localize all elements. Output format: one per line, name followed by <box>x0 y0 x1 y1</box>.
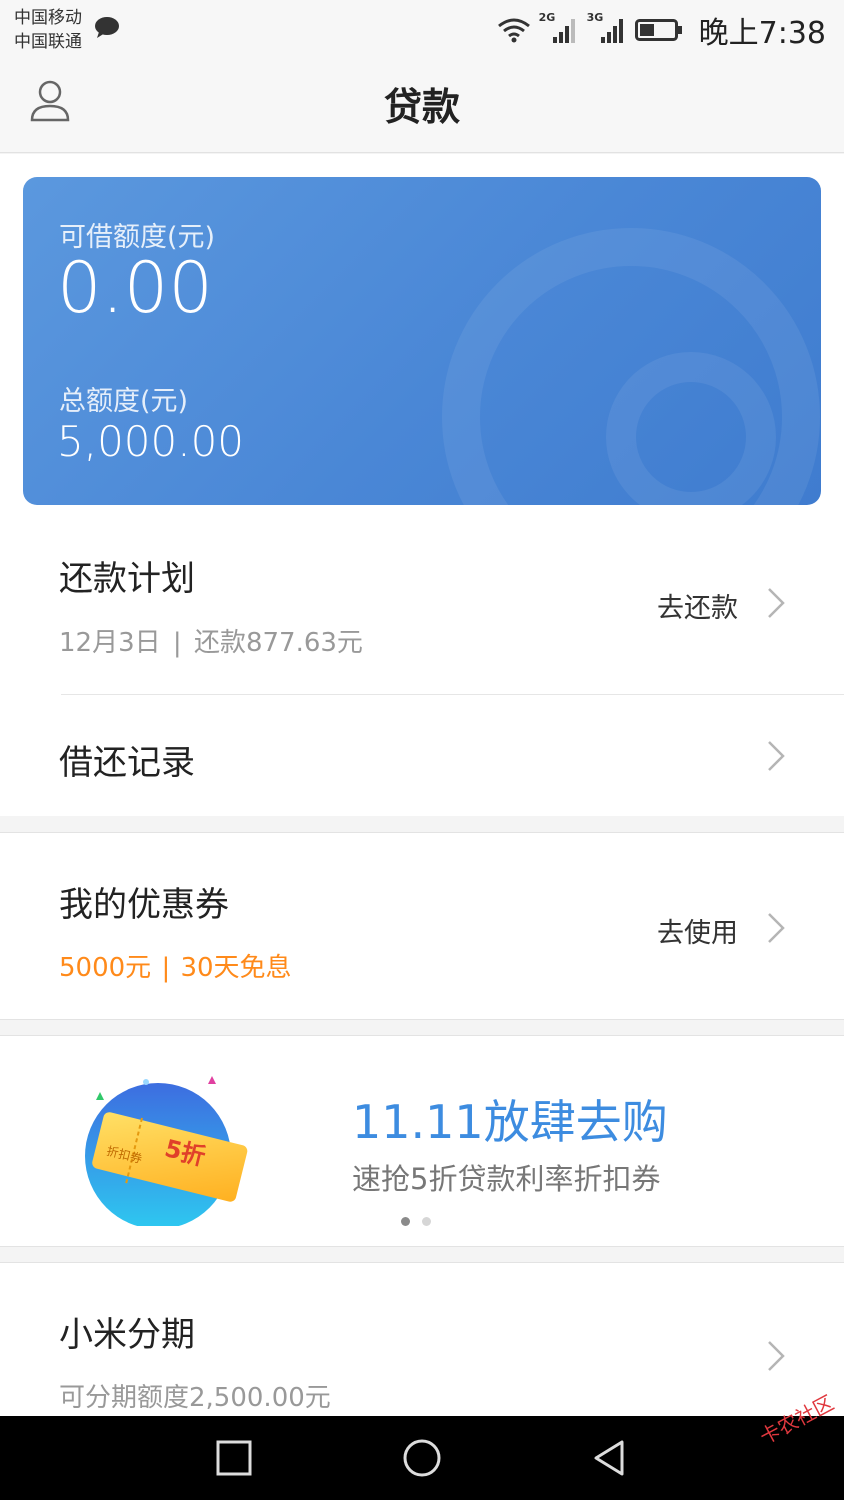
chevron-right-icon <box>768 1341 785 1371</box>
promo-subtitle: 速抢5折贷款利率折扣券 <box>352 1162 661 1196</box>
section-divider <box>0 1019 844 1020</box>
app-header: 贷款 <box>0 60 844 153</box>
my-coupons-title: 我的优惠券 <box>59 885 229 925</box>
coupon-detail: 5000元 | 30天免息 <box>59 947 292 984</box>
coupon-ticket-illustration: 折扣券 5折 <box>85 1076 248 1226</box>
clock: 晚上7:38 <box>698 16 826 51</box>
status-bar: 中国移动 中国联通 2G 3G 晚上7:38 <box>0 0 844 60</box>
loan-summary-section: 可借额度(元) 0.00 总额度(元) 5,000.00 还款计划 12月3日 … <box>0 154 844 816</box>
battery-icon <box>634 19 682 41</box>
card-watermark-icon <box>442 228 820 505</box>
status-icons: 2G 3G 晚上7:38 <box>497 10 826 51</box>
go-repay-button[interactable]: 去还款 <box>657 586 738 625</box>
repayment-plan-title: 还款计划 <box>59 559 195 599</box>
chevron-right-icon <box>768 588 785 618</box>
carousel-dot-active[interactable] <box>401 1217 410 1226</box>
go-use-button[interactable]: 去使用 <box>657 911 738 950</box>
wifi-icon <box>497 18 530 43</box>
repayment-plan-detail: 12月3日 | 还款877.63元 <box>59 622 363 659</box>
total-limit-value: 5,000.00 <box>57 417 245 466</box>
repayment-plan-row[interactable]: 还款计划 12月3日 | 还款877.63元 去还款 <box>0 506 844 694</box>
signal-2g-icon: 2G <box>539 11 579 45</box>
installment-row[interactable]: 小米分期 可分期额度2,500.00元 <box>0 1263 844 1416</box>
system-nav-bar <box>0 1416 844 1500</box>
signal-3g-icon: 3G <box>587 11 627 45</box>
coupon-term: 30天免息 <box>180 953 292 983</box>
carrier-2: 中国联通 <box>14 32 82 52</box>
message-icon <box>95 17 119 38</box>
promo-title: 11.11放肆去购 <box>352 1095 668 1149</box>
section-divider <box>0 1246 844 1247</box>
recent-apps-icon[interactable] <box>214 1438 254 1478</box>
repayment-separator: | <box>172 628 182 658</box>
coupon-amount: 5000元 <box>59 953 152 983</box>
home-icon[interactable] <box>402 1438 442 1478</box>
loan-records-title: 借还记录 <box>59 743 195 783</box>
available-limit-value: 0.00 <box>57 247 213 329</box>
repayment-amount: 还款877.63元 <box>193 628 363 658</box>
carousel-dot[interactable] <box>422 1217 431 1226</box>
back-icon[interactable] <box>590 1438 630 1478</box>
my-coupons-row[interactable]: 我的优惠券 5000元 | 30天免息 去使用 <box>0 833 844 1019</box>
credit-limit-card[interactable]: 可借额度(元) 0.00 总额度(元) 5,000.00 <box>23 177 821 505</box>
installment-limit: 可分期额度2,500.00元 <box>59 1383 331 1413</box>
carrier-1: 中国移动 <box>14 8 82 28</box>
installment-title: 小米分期 <box>59 1315 195 1355</box>
repayment-date: 12月3日 <box>59 628 161 658</box>
page-title: 贷款 <box>383 85 460 129</box>
total-limit-label: 总额度(元) <box>59 386 189 417</box>
coupon-separator: | <box>161 953 171 983</box>
chevron-right-icon <box>768 741 785 771</box>
carrier-names: 中国移动 中国联通 <box>14 6 82 54</box>
promo-banner[interactable]: 折扣券 5折 11.11放肆去购 速抢5折贷款利率折扣券 <box>0 1036 844 1246</box>
loan-records-row[interactable]: 借还记录 <box>0 695 844 816</box>
chevron-right-icon <box>768 913 785 943</box>
main-content: 可借额度(元) 0.00 总额度(元) 5,000.00 还款计划 12月3日 … <box>0 154 844 1416</box>
